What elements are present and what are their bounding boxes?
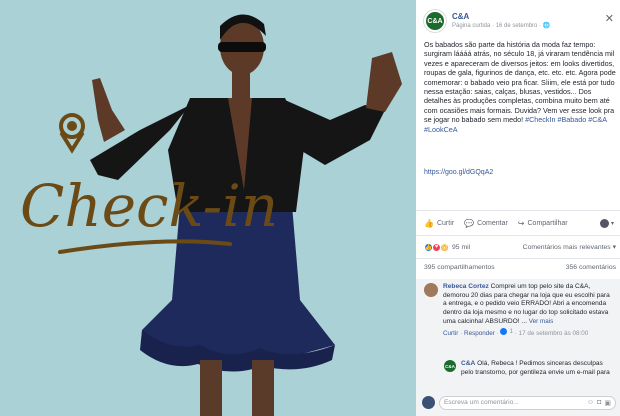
reply-author[interactable]: C&A — [461, 360, 475, 367]
comment-like-count: 1 — [500, 327, 513, 336]
chevron-down-icon: ▾ — [610, 220, 614, 227]
page-name-link[interactable]: C&A — [452, 12, 550, 22]
avatar — [422, 396, 435, 409]
wow-reaction-icon[interactable]: 😮 — [440, 242, 449, 252]
comment-reply-link[interactable]: Responder — [464, 330, 495, 337]
page-avatar[interactable]: C&A — [424, 10, 446, 32]
reaction-count[interactable]: 95 mil — [452, 244, 470, 251]
thumbs-up-icon: 👍 — [424, 218, 434, 228]
divider — [416, 235, 620, 236]
reply-comment: C&A C&A Olá, Rebeca ! Pedimos sinceras d… — [444, 360, 616, 377]
share-arrow-icon: ↪ — [517, 218, 525, 228]
thumbs-up-icon — [500, 327, 508, 335]
post-header: C&A C&A Página curtida · 16 de setembro … — [424, 10, 550, 32]
comment: Rebeca Cortez Comprei um top pelo site d… — [424, 283, 614, 338]
post-photo[interactable]: Check-in — [0, 0, 416, 416]
ellipsis: ... — [521, 318, 529, 326]
speech-bubble-icon: 💬 — [464, 218, 475, 228]
comment-meta: Curtir · Responder · 1 · 17 de setembro … — [443, 327, 589, 337]
camera-icon[interactable]: ◘ — [597, 399, 601, 407]
sunglasses-shape — [218, 42, 266, 52]
comment-composer: Escreva um comentário... ☺ ◘ ▣ — [422, 394, 616, 411]
reactions-row: 👍 ♥ 😮 95 mil Comentários mais relevantes… — [424, 241, 616, 253]
check-in-logo-text: Check-in — [20, 172, 278, 240]
shares-count[interactable]: 395 compartilhamentos — [424, 264, 495, 271]
gif-icon[interactable]: ▣ — [604, 399, 611, 407]
post-actions: 👍 Curtir 💬 Comentar ↪ Compartilhar ▾ — [424, 216, 614, 230]
post-panel: ✕ C&A C&A Página curtida · 16 de setembr… — [416, 0, 620, 416]
globe-icon: 🌐 — [542, 22, 551, 29]
comment-time[interactable]: 17 de setembro às 08:00 — [519, 330, 589, 337]
emoji-icon[interactable]: ☺ — [587, 399, 594, 407]
reply-text: Olá, Rebeca ! Pedimos sinceras desculpas… — [461, 360, 610, 376]
comment-input[interactable]: Escreva um comentário... ☺ ◘ ▣ — [439, 395, 616, 410]
post-as-selector[interactable]: ▾ — [599, 218, 614, 228]
divider — [416, 210, 620, 211]
post-meta: Página curtida · 16 de setembro · 🌐 — [452, 22, 551, 29]
post-text: Os babados são parte da história da moda… — [424, 40, 616, 134]
avatar[interactable] — [424, 283, 438, 297]
photo-illustration: Check-in — [0, 0, 416, 416]
comments-count[interactable]: 356 comentários — [566, 264, 616, 271]
avatar — [599, 218, 609, 228]
stats-row: 395 compartilhamentos 356 comentários — [424, 264, 616, 271]
comment-button[interactable]: 💬 Comentar — [464, 219, 508, 228]
comment-author[interactable]: Rebeca Cortez — [443, 283, 489, 290]
close-icon[interactable]: ✕ — [605, 14, 614, 25]
see-more-link[interactable]: Ver mais — [529, 318, 554, 325]
like-button[interactable]: 👍 Curtir — [424, 219, 454, 228]
post-link[interactable]: https://goo.gl/dGQqA2 — [424, 169, 493, 176]
divider — [416, 258, 620, 259]
comment-ranking-dropdown[interactable]: Comentários mais relevantes ▾ — [523, 243, 616, 251]
comment-like-link[interactable]: Curtir — [443, 330, 458, 337]
page-avatar[interactable]: C&A — [444, 360, 456, 372]
share-button[interactable]: ↪ Compartilhar — [518, 219, 568, 228]
